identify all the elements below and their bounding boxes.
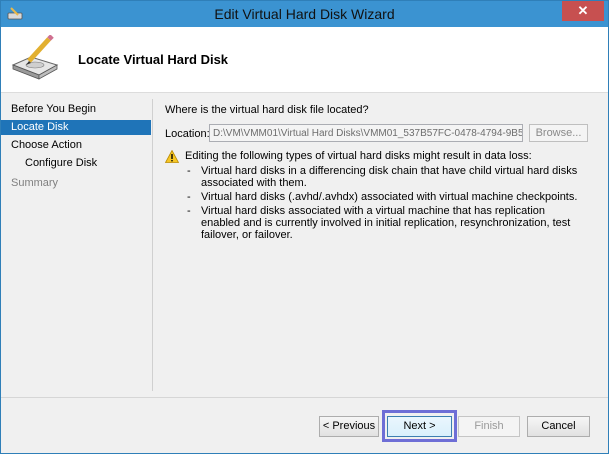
warning-icon (165, 150, 179, 163)
location-label: Location: (165, 128, 210, 140)
bullet-dash: - (187, 191, 191, 203)
wizard-steps-nav: Before You Begin Locate Disk Choose Acti… (1, 93, 151, 393)
footer-divider (1, 397, 608, 398)
list-item-text: Virtual hard disks (.avhd/.avhdx) associ… (201, 191, 578, 203)
list-item: - Virtual hard disks in a differencing d… (187, 165, 587, 189)
cancel-button[interactable]: Cancel (527, 416, 590, 437)
warning-list: - Virtual hard disks in a differencing d… (187, 165, 587, 243)
list-item-text: Virtual hard disks associated with a vir… (201, 205, 571, 241)
title-bar[interactable]: Edit Virtual Hard Disk Wizard ✕ (1, 1, 608, 27)
wizard-window: Edit Virtual Hard Disk Wizard ✕ Locate V… (0, 0, 609, 454)
list-item-text: Virtual hard disks in a differencing dis… (201, 165, 578, 189)
page-title: Locate Virtual Hard Disk (78, 52, 229, 67)
warning-text: Editing the following types of virtual h… (185, 150, 532, 162)
step-configure-disk[interactable]: Configure Disk (1, 156, 151, 171)
bullet-dash: - (187, 205, 191, 217)
main-content: Where is the virtual hard disk file loca… (165, 93, 595, 393)
list-item: - Virtual hard disks associated with a v… (187, 205, 587, 241)
step-summary: Summary (11, 177, 59, 189)
close-icon[interactable]: ✕ (562, 1, 604, 21)
list-item: - Virtual hard disks (.avhd/.avhdx) asso… (187, 191, 587, 203)
edit-disk-icon (11, 35, 59, 80)
bullet-dash: - (187, 165, 191, 177)
finish-button: Finish (458, 416, 520, 437)
previous-button[interactable]: < Previous (319, 416, 379, 437)
step-locate-disk[interactable]: Locate Disk (1, 120, 151, 135)
location-question: Where is the virtual hard disk file loca… (165, 104, 369, 116)
step-choose-action[interactable]: Choose Action (1, 138, 151, 153)
step-before-you-begin[interactable]: Before You Begin (1, 102, 151, 117)
window-title: Edit Virtual Hard Disk Wizard (214, 6, 395, 22)
next-button[interactable]: Next > (387, 416, 452, 437)
nav-divider (152, 99, 153, 391)
location-input[interactable]: D:\VM\VMM01\Virtual Hard Disks\VMM01_537… (209, 124, 523, 142)
browse-button: Browse... (529, 124, 588, 142)
wizard-header: Locate Virtual Hard Disk (1, 27, 608, 93)
